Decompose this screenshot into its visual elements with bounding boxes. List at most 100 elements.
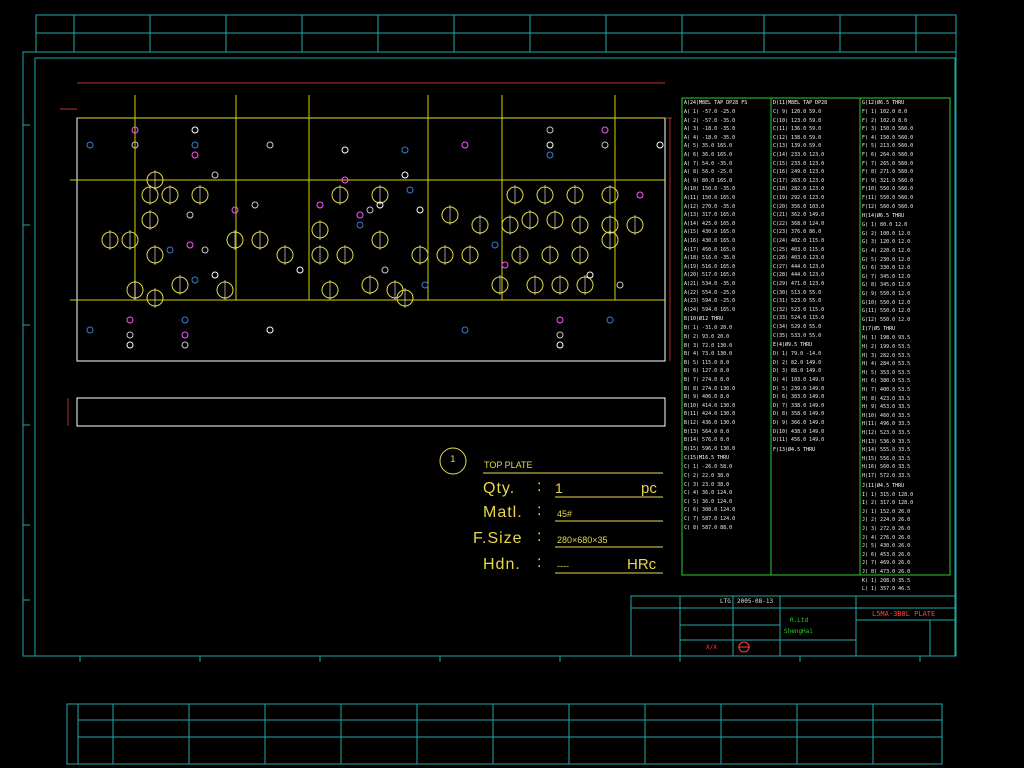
hole-table-row: C( 2) 22.0 38.0: [684, 473, 730, 479]
hole-table-row: F(12) 560.0 560.0: [862, 203, 914, 210]
small-hole: [316, 201, 324, 209]
hole-table-row: D(11) 456.0 149.0: [773, 437, 825, 444]
hole-table-row: C(35) 533.0 55.0: [773, 332, 822, 339]
hole-table-row: H( 2) 199.0 53.5: [862, 344, 911, 350]
small-hole: [191, 141, 199, 149]
hole-table-row: C(13) 139.0 59.0: [773, 143, 822, 150]
qty-unit: pc: [641, 480, 657, 497]
small-hole: [556, 316, 564, 324]
hole-table-row: F( 9) 321.0 560.0: [862, 177, 914, 184]
matl-value: 45#: [557, 509, 573, 519]
hole-table-row: J( 3) 272.0 26.0: [862, 526, 911, 532]
hole-table-row: F( 2) 102.0 8.0: [862, 117, 908, 124]
hole-table-row: A(10) 150.0 -35.0: [684, 186, 736, 193]
small-hole: [556, 331, 564, 339]
hole-table-row: F( 1) 102.0 8.0: [862, 109, 908, 115]
hole-table-row: H(16) 560.0 33.5: [862, 464, 911, 471]
hole-table-row: C(19) 292.0 123.0: [773, 195, 825, 201]
hole-table-row: C(31) 523.0 55.0: [773, 298, 822, 305]
small-hole: [461, 326, 469, 334]
hole-table-row: G( 9) 550.0 12.0: [862, 291, 911, 297]
hole-table-row: C(23) 376.0 86.0: [773, 229, 822, 236]
hole-table-row: D( 4) 103.0 149.0: [773, 377, 825, 383]
small-hole: [461, 141, 469, 149]
hole-table-row: C( 3) 23.0 38.0: [684, 481, 730, 488]
hole-table-row: A(23) 594.0 -25.0: [684, 298, 736, 305]
tb-date: 2005-08-13: [737, 598, 774, 605]
hole-table-row: C(11) 136.0 59.0: [773, 126, 822, 133]
hole-table-row: G( 8) 345.0 12.0: [862, 282, 911, 289]
hole-table-row: D( 2) 82.0 149.0: [773, 359, 822, 366]
hole-table-row: A( 6) 36.0 165.0: [684, 152, 733, 158]
hole-table-row: H( 7) 400.0 53.5: [862, 387, 911, 393]
hole-table-row: C( 6) 308.0 124.0: [684, 507, 736, 514]
hole-table-row: C(21) 362.0 149.0: [773, 212, 825, 219]
bottom-header-strip: [66, 703, 943, 765]
small-hole: [266, 141, 274, 149]
small-hole: [601, 126, 609, 134]
hole-table-row: D( 1) 79.0 -14.0: [773, 351, 822, 358]
hole-table-row: B( 5) 115.0 8.0: [684, 359, 730, 366]
small-hole: [546, 151, 554, 159]
hole-table-row: B( 9) 406.0 8.0: [684, 394, 730, 401]
hdn-label: Hdn.: [483, 556, 521, 573]
hole-table-row: D( 5) 239.0 149.0: [773, 385, 825, 392]
hole-table-row: D( 3) 88.0 149.0: [773, 368, 822, 375]
hole-table-row: D( 8) 358.0 149.0: [773, 411, 825, 418]
small-hole: [126, 331, 134, 339]
hole-table-row: C(30) 513.0 55.0: [773, 289, 822, 296]
top-header-strip: [35, 14, 957, 53]
hole-table-section-header: E(4)Ø9.5 THRU: [773, 342, 813, 349]
part-number: 1: [450, 455, 456, 465]
hole-table-row: F( 6) 264.0 560.0: [862, 152, 914, 158]
hole-table-row: C(24) 402.0 115.0: [773, 238, 825, 244]
hole-table-row: H( 5) 353.0 53.5: [862, 369, 911, 376]
hole-table-row: G(12) 550.0 12.0: [862, 316, 911, 323]
small-hole: [556, 341, 564, 349]
small-hole: [191, 126, 199, 134]
small-hole: [211, 271, 219, 279]
hdn-value: ----: [557, 561, 569, 571]
hole-table-row: D(10) 438.0 149.0: [773, 428, 825, 435]
small-hole: [86, 326, 94, 334]
hole-table-section-header: F(13)Ø4.5 THRU: [773, 446, 816, 453]
hole-table-row: B( 6) 127.0 8.0: [684, 368, 730, 375]
tb-company-sub: R.Ltd: [790, 617, 809, 624]
hole-table-row: A(21) 534.0 -35.0: [684, 281, 736, 287]
hole-table-row: C(22) 368.0 124.0: [773, 220, 825, 227]
tb-title: L5MA-3B8L PLATE: [872, 610, 936, 618]
hole-table-row: A( 3) -18.0 -35.0: [684, 126, 736, 133]
size-colon: :: [537, 528, 543, 545]
hole-table-row: K( 1) 208.0 35.5: [862, 577, 911, 584]
small-hole: [366, 206, 374, 214]
small-hole: [126, 341, 134, 349]
hole-table-row: C( 8) 587.0 88.0: [684, 524, 733, 531]
small-hole: [296, 266, 304, 274]
hole-table-row: H(15) 556.0 33.5: [862, 455, 911, 462]
hole-table-row: A(19) 516.0 165.0: [684, 263, 736, 270]
hole-table-row: C( 7) 587.0 124.0: [684, 516, 736, 522]
hole-table-row: F( 7) 265.0 560.0: [862, 160, 914, 167]
tb-scale: X/X: [706, 644, 717, 651]
matl-label: Matl.: [483, 504, 523, 521]
hole-table-row: A( 8) 56.0 -25.0: [684, 169, 733, 176]
hole-table-row: C(27) 444.0 123.0: [773, 263, 825, 270]
hole-table-row: F( 4) 150.0 560.0: [862, 134, 914, 141]
hole-table-row: C(34) 529.0 55.0: [773, 324, 822, 330]
hole-table-row: H( 4) 284.0 53.5: [862, 361, 911, 368]
small-hole: [211, 171, 219, 179]
hole-table-row: D( 6) 303.0 149.0: [773, 394, 825, 401]
hole-table-row: F(11) 550.0 560.0: [862, 195, 914, 201]
hole-pattern: [86, 126, 664, 349]
hole-table-row: A(22) 554.0 -25.0: [684, 289, 736, 296]
hole-table-row: H( 9) 453.0 33.5: [862, 404, 911, 411]
hole-table-row: F( 5) 213.0 560.0: [862, 143, 914, 150]
hole-table-row: H(10) 460.0 33.5: [862, 412, 911, 419]
hole-table-row: J( 1) 152.0 26.0: [862, 508, 911, 515]
small-hole: [341, 146, 349, 154]
hole-table-row: B(10) 414.0 130.0: [684, 402, 736, 409]
hole-table-row: B( 3) 72.0 130.0: [684, 342, 733, 349]
qty-label: Qty.: [483, 480, 516, 497]
hdn-colon: :: [537, 554, 543, 571]
tb-company: ShengHai: [784, 628, 813, 635]
